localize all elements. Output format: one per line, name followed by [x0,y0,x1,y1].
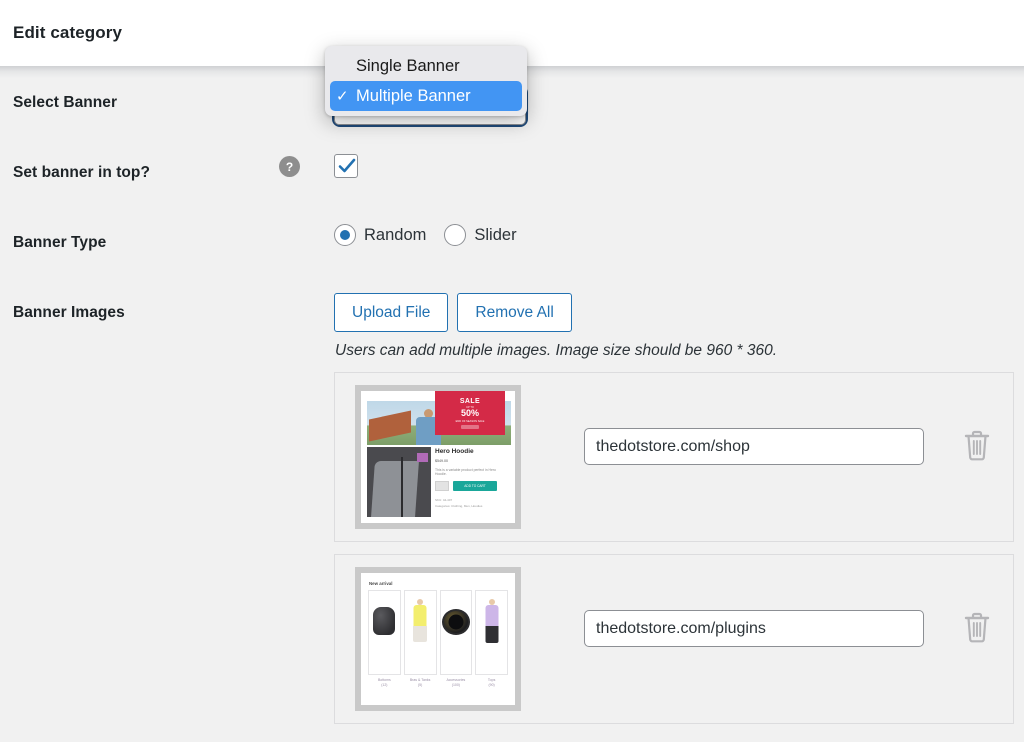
product-categories: Categories: Clothing, Men, Hoodies [435,504,482,508]
category-grid [368,590,508,675]
sale-big-text: SALE [460,398,480,405]
page-title: Edit category [13,23,122,43]
product-title: Hero Hoodie [435,448,474,455]
add-to-cart-button: ADD TO CART [453,481,497,491]
category-count: (90) [475,683,508,688]
hoodie-tag [417,453,428,462]
select-banner-options-popup[interactable]: Single Banner ✓ Multiple Banner [325,46,527,116]
category-cell-bras-tanks [404,590,437,675]
label-banner-images: Banner Images [13,304,125,322]
watch-face [448,615,463,630]
product-photo [367,447,431,517]
check-icon: ✓ [336,87,356,105]
radio-option-slider[interactable]: Slider [444,224,516,246]
sale-badge: SALE UP TO 50% END OF SEASON SALE [435,391,505,435]
label-select-banner: Select Banner [13,94,117,112]
radio-random-label: Random [364,226,426,245]
dropdown-option-label: Multiple Banner [356,87,516,106]
category-label-bras-tanks: Bras & Tanks (5) [404,678,437,689]
banner-images-hint: Users can add multiple images. Image siz… [335,342,777,360]
purple-tank-image [485,605,498,627]
model-leggings [485,626,498,643]
banner-type-radio-group: Random Slider [334,224,535,246]
category-cell-accessories [440,590,473,675]
dropdown-option-multiple-banner[interactable]: ✓ Multiple Banner [330,81,522,111]
upload-file-button[interactable]: Upload File [334,293,448,332]
banner-images-list: SALE UP TO 50% END OF SEASON SALE Hero H… [334,372,1014,736]
dropdown-option-label: Single Banner [356,57,516,76]
thumbnail-artwork-product-page: SALE UP TO 50% END OF SEASON SALE Hero H… [361,391,515,523]
label-set-banner-top: Set banner in top? [13,164,150,182]
hoodie-zipper [401,457,403,517]
remove-all-button[interactable]: Remove All [457,293,571,332]
category-labels: Bottoms (12) Bras & Tanks (5) Accessorie… [368,678,508,689]
roof-shape [369,411,411,442]
yellow-tank-image [414,605,427,627]
hoodie-panel [371,461,419,517]
sale-cta-button [461,425,479,429]
category-count: (100) [440,683,473,688]
sale-upto-text: UP TO [466,406,474,409]
radio-random-indicator[interactable] [334,224,356,246]
category-label-bottoms: Bottoms (12) [368,678,401,689]
dropdown-option-single-banner[interactable]: Single Banner [330,51,522,81]
category-cell-bottoms [368,590,401,675]
edit-category-form: Select Banner Multiple Banner Set banner… [0,66,1024,742]
product-sku: SKU: 44-407 [435,498,452,502]
thumbnail-artwork-category-grid: New arrival [361,573,515,705]
delete-banner-button[interactable] [960,427,994,465]
category-label-tops: Tops (90) [475,678,508,689]
banner-images-actions: Upload File Remove All [334,293,581,332]
radio-option-random[interactable]: Random [334,224,426,246]
banner-thumbnail-2[interactable]: New arrival [355,567,521,711]
category-label-accessories: Accessories (100) [440,678,473,689]
banner-url-input[interactable] [584,610,924,647]
product-price: $549.00 [435,459,448,463]
radio-slider-indicator[interactable] [444,224,466,246]
model-shorts [413,626,427,642]
quantity-stepper [435,481,449,491]
trash-icon [962,428,992,462]
radio-slider-label: Slider [474,226,516,245]
sale-sub-text: END OF SEASON SALE [456,420,485,423]
banner-thumbnail-1[interactable]: SALE UP TO 50% END OF SEASON SALE Hero H… [355,385,521,529]
delete-banner-button[interactable] [960,609,994,647]
banner-image-row: SALE UP TO 50% END OF SEASON SALE Hero H… [334,372,1014,542]
category-count: (12) [368,683,401,688]
sale-percent-text: 50% [461,409,479,418]
help-icon-glyph: ? [286,161,293,173]
backpack-image [373,607,395,635]
banner-url-input[interactable] [584,428,924,465]
label-banner-type: Banner Type [13,234,106,252]
banner-image-row: New arrival [334,554,1014,724]
checkmark-icon [337,156,357,176]
watch-image [442,609,470,635]
thumb2-heading: New arrival [369,581,392,586]
category-cell-tops [475,590,508,675]
category-count: (5) [404,683,437,688]
product-description: This is a variable product perfect in He… [435,468,505,477]
help-icon[interactable]: ? [279,156,300,177]
set-banner-top-checkbox[interactable] [334,154,358,178]
trash-icon [962,610,992,644]
